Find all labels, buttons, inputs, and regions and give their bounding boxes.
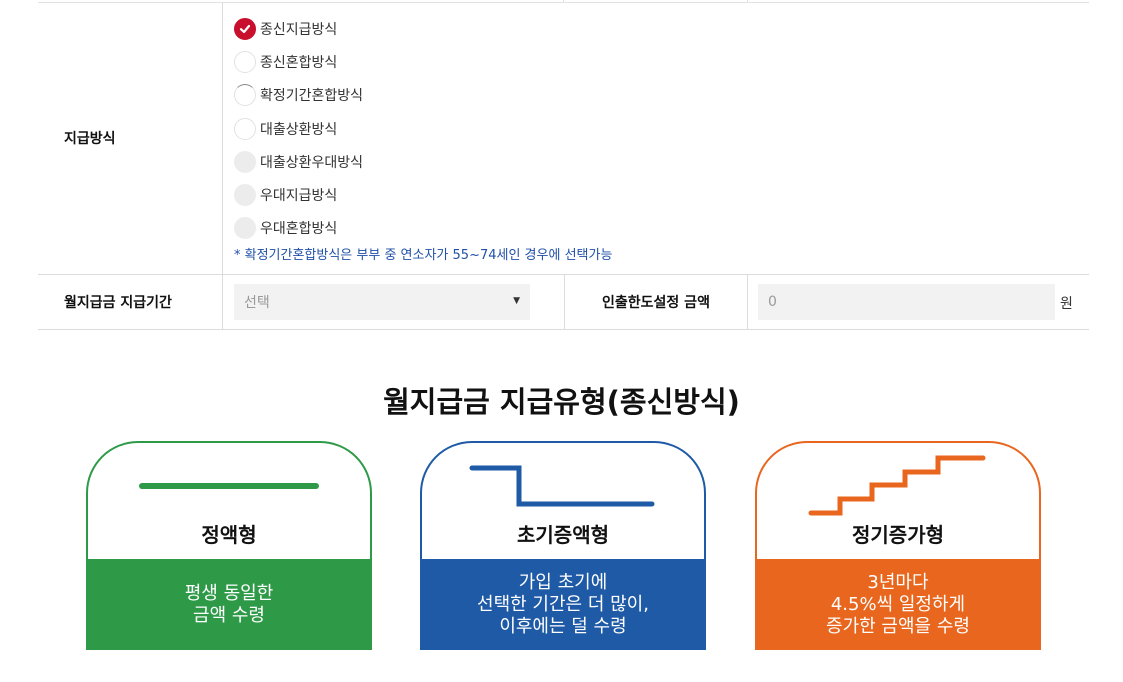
- option-lifetime[interactable]: 종신지급방식: [234, 17, 337, 41]
- card-desc-line: 금액 수령: [193, 604, 265, 626]
- option-label: 종신혼합방식: [260, 55, 338, 71]
- radio-empty-icon[interactable]: [234, 51, 256, 73]
- column-divider: [747, 275, 748, 329]
- radio-checked-icon[interactable]: [234, 18, 256, 40]
- option-label: 대출상환우대방식: [260, 155, 364, 171]
- dropdown-arrow-icon: ▼: [513, 296, 520, 306]
- withdrawal-limit-label: 인출한도설정 금액: [602, 295, 710, 311]
- payment-method-label: 지급방식: [64, 131, 116, 147]
- form-table: 지급방식 종신지급방식 종신혼합방식 확정기간혼합방식 대출상환방식 대출상환우…: [38, 2, 1089, 330]
- card-desc-line: 이후에는 덜 수령: [499, 615, 627, 637]
- select-value: 선택: [244, 295, 270, 311]
- payment-period-select[interactable]: 선택 ▼: [234, 284, 530, 320]
- card-description: 가입 초기에 선택한 기간은 더 많이, 이후에는 덜 수령: [420, 559, 706, 650]
- payment-method-row: 지급방식 종신지급방식 종신혼합방식 확정기간혼합방식 대출상환방식 대출상환우…: [38, 2, 1089, 275]
- card-title: 초기증액형: [517, 523, 609, 547]
- option-preferential-payment: 우대지급방식: [234, 183, 337, 207]
- option-label: 우대지급방식: [260, 188, 338, 204]
- radio-empty-icon[interactable]: [234, 84, 256, 106]
- card-desc-line: 3년마다: [867, 571, 929, 593]
- withdrawal-limit-input[interactable]: [758, 284, 1055, 320]
- option-fixed-period-mixed[interactable]: 확정기간혼합방식: [234, 83, 363, 107]
- payment-period-row: 월지급금 지급기간 선택 ▼ 인출한도설정 금액 원: [38, 275, 1089, 330]
- card-desc-line: 증가한 금액을 수령: [826, 615, 970, 637]
- card-title: 정액형: [201, 523, 257, 547]
- payment-method-note: * 확정기간혼합방식은 부부 중 연소자가 55~74세인 경우에 선택가능: [234, 248, 613, 263]
- option-loan-repayment[interactable]: 대출상환방식: [234, 117, 337, 141]
- radio-disabled-icon: [234, 184, 256, 206]
- card-desc-line: 평생 동일한: [184, 582, 274, 604]
- payment-period-label: 월지급금 지급기간: [64, 295, 172, 311]
- option-loan-repayment-preferential: 대출상환우대방식: [234, 150, 363, 174]
- card-fixed-amount: 정액형 평생 동일한 금액 수령: [86, 441, 372, 650]
- card-desc-line: 4.5%씩 일정하게: [830, 593, 966, 615]
- currency-unit: 원: [1060, 296, 1073, 312]
- radio-disabled-icon: [234, 217, 256, 239]
- radio-empty-icon[interactable]: [234, 118, 256, 140]
- option-label: 우대혼합방식: [260, 221, 338, 237]
- section-title: 월지급금 지급유형(종신방식): [383, 385, 740, 419]
- card-periodic-increase: 정기증가형 3년마다 4.5%씩 일정하게 증가한 금액을 수령: [755, 441, 1041, 650]
- card-description: 3년마다 4.5%씩 일정하게 증가한 금액을 수령: [755, 559, 1041, 650]
- card-initial-increase: 초기증액형 가입 초기에 선택한 기간은 더 많이, 이후에는 덜 수령: [420, 441, 706, 650]
- option-lifetime-mixed[interactable]: 종신혼합방식: [234, 50, 337, 74]
- option-preferential-mixed: 우대혼합방식: [234, 216, 337, 240]
- column-divider: [222, 2, 223, 274]
- option-label: 대출상환방식: [260, 122, 338, 138]
- option-label: 확정기간혼합방식: [260, 88, 364, 104]
- radio-disabled-icon: [234, 151, 256, 173]
- card-title: 정기증가형: [852, 523, 944, 547]
- card-description: 평생 동일한 금액 수령: [86, 559, 372, 650]
- card-desc-line: 가입 초기에: [518, 571, 608, 593]
- option-label: 종신지급방식: [260, 22, 338, 38]
- card-desc-line: 선택한 기간은 더 많이,: [477, 593, 649, 615]
- column-divider: [222, 275, 223, 329]
